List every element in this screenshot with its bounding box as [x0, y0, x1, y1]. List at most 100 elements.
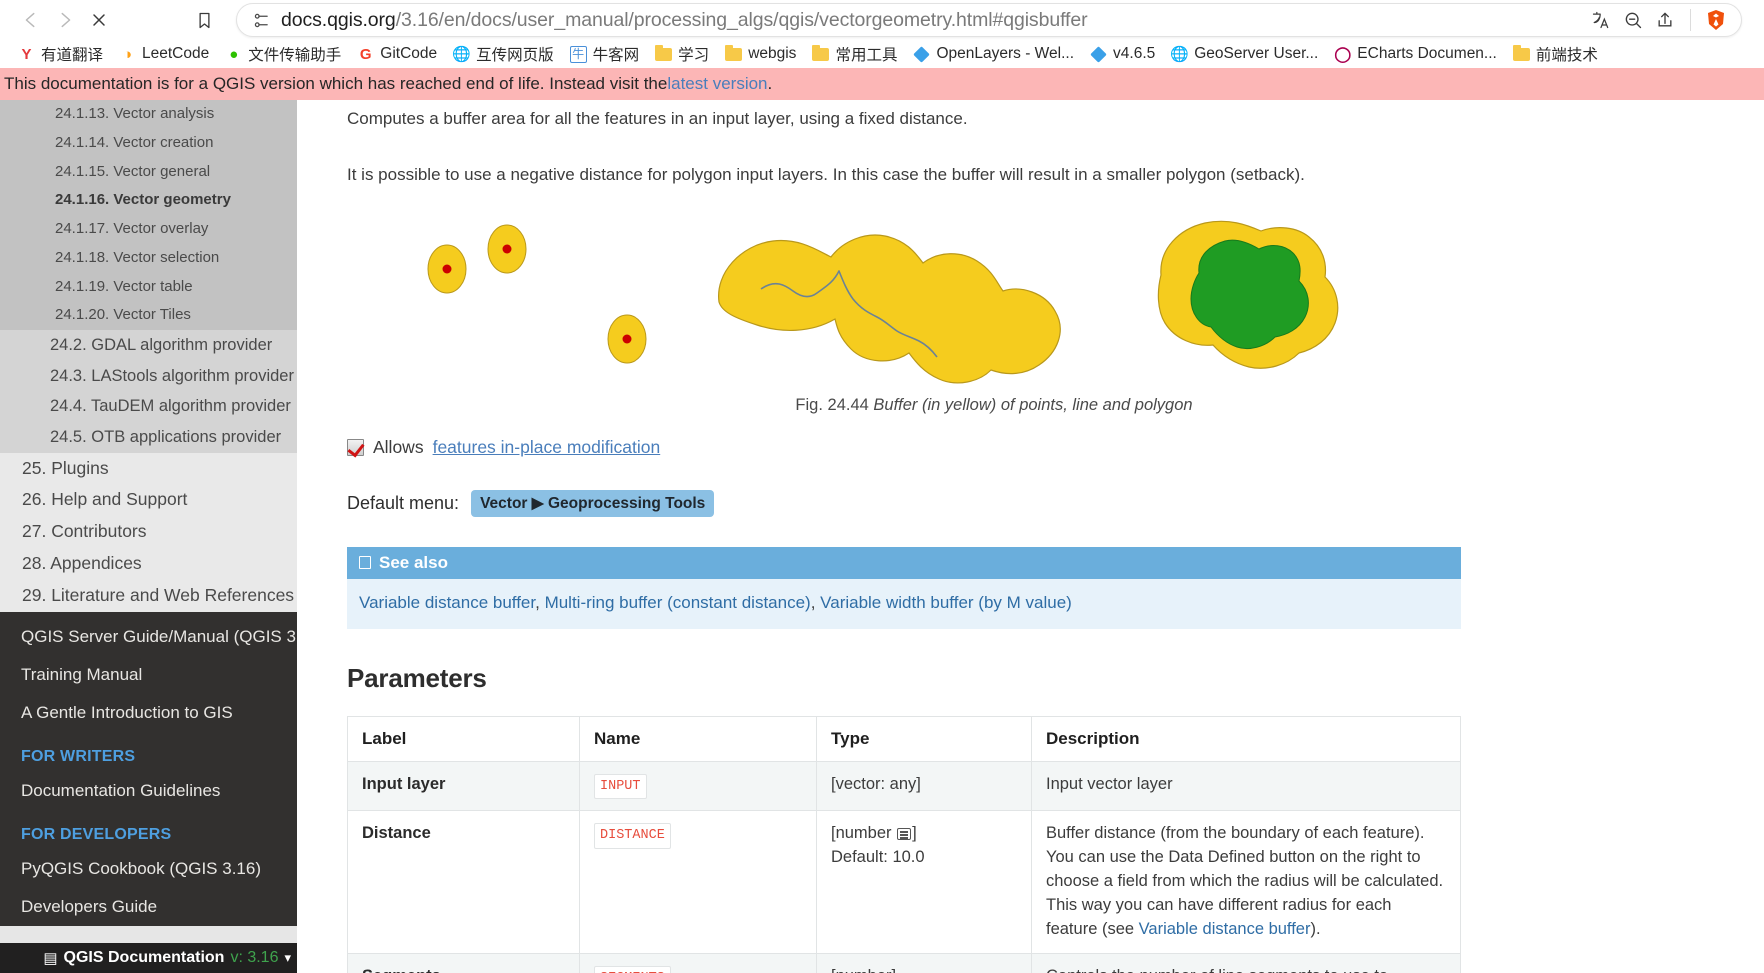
intro-paragraph-2: It is possible to use a negative distanc… — [347, 132, 1461, 188]
bookmark-icon[interactable] — [188, 4, 220, 36]
bookmark-item[interactable]: v4.6.5 — [1082, 41, 1163, 67]
sidebar-group-providers: 24.2. GDAL algorithm provider 24.3. LASt… — [0, 330, 297, 453]
sidebar-item-vector-tiles[interactable]: 24.1.20. Vector Tiles — [0, 301, 297, 330]
forward-button[interactable] — [48, 3, 82, 37]
folder-icon — [1513, 46, 1530, 63]
bookmark-label: 常用工具 — [835, 43, 897, 65]
brave-shields-icon[interactable] — [1701, 5, 1731, 35]
sidebar-item-vector-selection[interactable]: 24.1.18. Vector selection — [0, 244, 297, 273]
see-also-link-variable-distance-buffer[interactable]: Variable distance buffer — [359, 593, 535, 612]
sidebar-item-help-and-support[interactable]: 26. Help and Support — [0, 484, 297, 516]
cell-type: [number ] Default: 10.0 — [817, 811, 1032, 954]
openlayers-icon — [913, 46, 930, 63]
latest-version-link[interactable]: latest version — [667, 74, 767, 94]
sidebar-link-gentle-introduction[interactable]: A Gentle Introduction to GIS — [0, 694, 297, 732]
bookmark-item[interactable]: webgis — [717, 41, 804, 67]
bookmark-label: GitCode — [380, 45, 437, 63]
see-also-link-variable-width-buffer[interactable]: Variable width buffer (by M value) — [820, 593, 1072, 612]
deprecation-banner: This documentation is for a QGIS version… — [0, 68, 1764, 100]
bookmark-item[interactable]: OpenLayers - Wel... — [905, 41, 1082, 67]
column-header-description: Description — [1032, 716, 1461, 761]
see-also-link-multi-ring-buffer[interactable]: Multi-ring buffer (constant distance) — [545, 593, 811, 612]
stop-loading-button[interactable] — [82, 3, 116, 37]
openlayers-icon — [1090, 46, 1107, 63]
sidebar-item-vector-general[interactable]: 24.1.15. Vector general — [0, 158, 297, 187]
bookmark-item[interactable]: 牛牛客网 — [562, 41, 648, 67]
buffer-figure: Fig. 24.44 Buffer (in yellow) of points,… — [347, 207, 1461, 407]
sidebar-item-appendices[interactable]: 28. Appendices — [0, 548, 297, 580]
sidebar-item-literature-references[interactable]: 29. Literature and Web References — [0, 580, 297, 612]
bookmark-item[interactable]: 学习 — [647, 41, 717, 67]
sidebar-link-documentation-guidelines[interactable]: Documentation Guidelines — [0, 772, 297, 810]
variable-distance-buffer-link[interactable]: Variable distance buffer — [1139, 920, 1311, 938]
sidebar-link-developers-guide[interactable]: Developers Guide — [0, 888, 297, 926]
chevron-down-icon[interactable]: ▾ — [284, 950, 291, 966]
url-text[interactable]: docs.qgis.org/3.16/en/docs/user_manual/p… — [281, 9, 1586, 32]
bookmark-label: LeetCode — [142, 45, 209, 63]
version-selector[interactable]: ▤ QGIS Documentation v: 3.16 ▾ — [0, 943, 297, 973]
banner-text-after: . — [768, 74, 773, 94]
bookmark-item[interactable]: 🌐GeoServer User... — [1163, 41, 1326, 67]
bookmark-item[interactable]: 🌐互传网页版 — [445, 41, 562, 67]
sidebar-item-otb-provider[interactable]: 24.5. OTB applications provider — [0, 422, 297, 453]
bookmark-item[interactable]: ◑LeetCode — [111, 41, 217, 67]
allows-prefix: Allows — [373, 437, 424, 458]
address-bar[interactable]: docs.qgis.org/3.16/en/docs/user_manual/p… — [236, 3, 1742, 37]
book-icon — [359, 556, 371, 569]
sidebar-item-vector-geometry[interactable]: 24.1.16. Vector geometry — [0, 186, 297, 215]
cell-name: SEGMENTS — [580, 953, 817, 973]
sidebar-item-vector-overlay[interactable]: 24.1.17. Vector overlay — [0, 215, 297, 244]
buffer-illustration — [399, 207, 1409, 392]
bookmark-label: 学习 — [678, 43, 709, 65]
cell-description: Input vector layer — [1032, 761, 1461, 811]
sidebar-item-lastools-provider[interactable]: 24.3. LAStools algorithm provider — [0, 361, 297, 392]
browser-toolbar: docs.qgis.org/3.16/en/docs/user_manual/p… — [0, 0, 1764, 40]
table-row: Segments SEGMENTS [number] Default: 5 Co… — [348, 953, 1461, 973]
url-host: docs.qgis.org — [281, 9, 396, 31]
sidebar-item-contributors[interactable]: 27. Contributors — [0, 516, 297, 548]
sidebar-item-vector-creation[interactable]: 24.1.14. Vector creation — [0, 129, 297, 158]
figure-number: Fig. 24.44 — [795, 396, 873, 414]
sidebar-other-docs: QGIS Server Guide/Manual (QGIS 3.16) Tra… — [0, 612, 297, 926]
sidebar-item-gdal-provider[interactable]: 24.2. GDAL algorithm provider — [0, 330, 297, 361]
banner-text-before: This documentation is for a QGIS version… — [4, 74, 667, 94]
sidebar-navigation[interactable]: 24.1.13. Vector analysis 24.1.14. Vector… — [0, 100, 297, 973]
zoom-out-icon[interactable] — [1618, 5, 1648, 35]
type-default: Default: 10.0 — [831, 848, 925, 866]
bookmark-item[interactable]: ◯ ECharts Documen... — [1326, 41, 1505, 67]
features-in-place-modification-link[interactable]: features in-place modification — [433, 437, 661, 458]
translate-icon[interactable] — [1586, 5, 1616, 35]
bookmark-item[interactable]: 前端技术 — [1505, 41, 1606, 67]
bookmark-item[interactable]: ●文件传输助手 — [217, 41, 349, 67]
version-selector-title: QGIS Documentation — [64, 949, 225, 967]
bookmark-label: OpenLayers - Wel... — [936, 45, 1074, 63]
globe-icon: 🌐 — [453, 46, 470, 63]
gitcode-icon: G — [357, 46, 374, 63]
share-icon[interactable] — [1650, 5, 1680, 35]
type-main: [number — [831, 824, 896, 842]
bookmark-item[interactable]: G GitCode — [349, 41, 445, 67]
sidebar-item-taudem-provider[interactable]: 24.4. TauDEM algorithm provider — [0, 391, 297, 422]
site-info-icon[interactable] — [251, 10, 271, 30]
url-path: /3.16/en/docs/user_manual/processing_alg… — [396, 9, 1088, 31]
bookmark-label: ECharts Documen... — [1357, 45, 1497, 63]
cell-name: DISTANCE — [580, 811, 817, 954]
bookmark-label: GeoServer User... — [1194, 45, 1318, 63]
sidebar-link-pyqgis-cookbook[interactable]: PyQGIS Cookbook (QGIS 3.16) — [0, 850, 297, 888]
allows-in-place-row: Allows features in-place modification — [347, 437, 1461, 458]
table-row: Input layer INPUT [vector: any] Input ve… — [348, 761, 1461, 811]
checked-checkbox-icon — [347, 439, 364, 456]
bookmark-label: 牛客网 — [593, 43, 640, 65]
back-button[interactable] — [14, 3, 48, 37]
bookmark-item[interactable]: 常用工具 — [804, 41, 905, 67]
figure-caption: Fig. 24.44 Buffer (in yellow) of points,… — [347, 396, 1461, 415]
desc-text: Input vector layer — [1046, 775, 1173, 793]
sidebar-item-vector-analysis[interactable]: 24.1.13. Vector analysis — [0, 100, 297, 129]
bookmark-label: 前端技术 — [1536, 43, 1598, 65]
echarts-icon: ◯ — [1334, 46, 1351, 63]
sidebar-link-qgis-server-guide[interactable]: QGIS Server Guide/Manual (QGIS 3.16) — [0, 618, 297, 656]
sidebar-link-training-manual[interactable]: Training Manual — [0, 656, 297, 694]
bookmark-item[interactable]: Y有道翻译 — [10, 41, 111, 67]
sidebar-item-vector-table[interactable]: 24.1.19. Vector table — [0, 273, 297, 302]
sidebar-item-plugins[interactable]: 25. Plugins — [0, 453, 297, 485]
